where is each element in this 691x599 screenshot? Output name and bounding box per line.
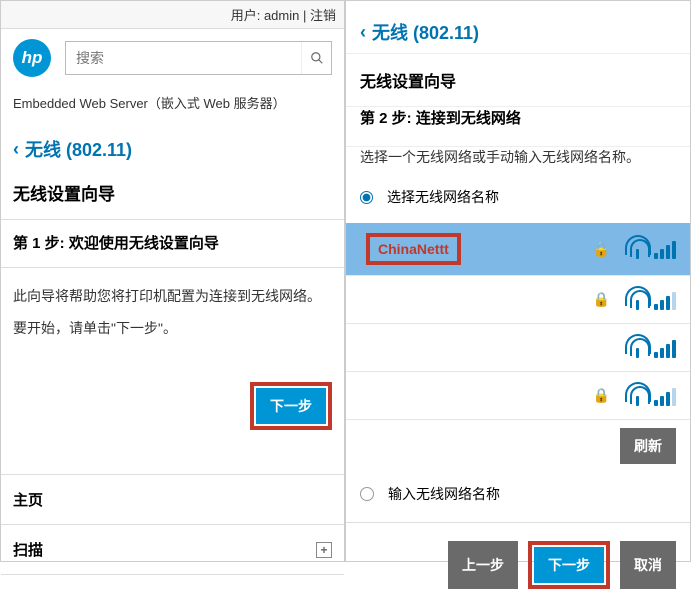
- hint-text: 选择一个无线网络或手动输入无线网络名称。: [346, 147, 690, 185]
- network-row[interactable]: [346, 324, 690, 372]
- next-button[interactable]: 下一步: [534, 547, 604, 583]
- divider: [1, 267, 344, 268]
- network-row[interactable]: 🔒: [346, 276, 690, 324]
- breadcrumb-label: 无线 (802.11): [372, 19, 479, 45]
- highlight-box: 下一步: [528, 541, 610, 589]
- breadcrumb-label: 无线 (802.11): [25, 136, 132, 162]
- server-subtitle: Embedded Web Server（嵌入式 Web 服务器）: [1, 87, 344, 130]
- wifi-signal-icon: [628, 386, 676, 406]
- menu-label: 主页: [13, 489, 43, 510]
- wifi-signal-icon: [628, 290, 676, 310]
- network-row[interactable]: ChinaNettt 🔒: [346, 223, 690, 276]
- network-name: ChinaNettt: [366, 233, 593, 265]
- lock-icon: 🔒: [593, 291, 610, 308]
- radio-manual-network[interactable]: [360, 487, 374, 501]
- chevron-left-icon: ‹: [360, 22, 366, 43]
- option-label: 输入无线网络名称: [388, 484, 500, 504]
- right-panel: ‹ 无线 (802.11) 无线设置向导 第 2 步: 连接到无线网络 选择一个…: [345, 0, 691, 562]
- next-wrap: 下一步: [1, 344, 344, 446]
- chevron-left-icon: ‹: [13, 139, 19, 160]
- step-label: 第 1 步: 欢迎使用无线设置向导: [1, 232, 344, 267]
- intro-line-1: 此向导将帮助您将打印机配置为连接到无线网络。: [1, 280, 344, 312]
- logout-link[interactable]: 注销: [310, 8, 336, 23]
- wifi-signal-icon: [628, 239, 676, 259]
- breadcrumb[interactable]: ‹ 无线 (802.11): [346, 1, 690, 53]
- search-icon: [310, 51, 324, 65]
- search-input[interactable]: [66, 42, 301, 74]
- cancel-button[interactable]: 取消: [620, 541, 676, 589]
- search-box: [65, 41, 332, 75]
- network-row[interactable]: 🔒: [346, 372, 690, 420]
- menu-item-scan[interactable]: 扫描 +: [1, 524, 344, 575]
- option-select-network[interactable]: 选择无线网络名称: [346, 185, 690, 223]
- user-label: 用户: admin: [231, 8, 300, 23]
- refresh-wrap: 刷新: [346, 420, 690, 470]
- header-row: hp: [1, 29, 344, 87]
- divider: [1, 219, 344, 220]
- page-title: 无线设置向导: [346, 54, 690, 106]
- lock-icon: 🔒: [593, 241, 610, 258]
- search-button[interactable]: [301, 42, 331, 74]
- hp-logo-icon: hp: [13, 39, 51, 77]
- highlight-box: 下一步: [250, 382, 332, 430]
- network-list: ChinaNettt 🔒 🔒 🔒: [346, 223, 690, 420]
- refresh-button[interactable]: 刷新: [620, 428, 676, 464]
- lock-icon: 🔒: [593, 387, 610, 404]
- breadcrumb[interactable]: ‹ 无线 (802.11): [1, 130, 344, 176]
- top-bar: 用户: admin | 注销: [1, 1, 344, 29]
- menu-label: 扫描: [13, 539, 43, 560]
- wifi-signal-icon: [628, 338, 676, 358]
- footer-buttons: 上一步 下一步 取消: [346, 522, 690, 599]
- next-button[interactable]: 下一步: [256, 388, 326, 424]
- menu-item-home[interactable]: 主页: [1, 474, 344, 524]
- option-manual-network[interactable]: 输入无线网络名称: [346, 470, 690, 522]
- intro-line-2: 要开始，请单击"下一步"。: [1, 312, 344, 344]
- page-title: 无线设置向导: [1, 176, 344, 219]
- prev-button[interactable]: 上一步: [448, 541, 518, 589]
- left-panel: 用户: admin | 注销 hp Embedded Web Server（嵌入…: [0, 0, 345, 562]
- expand-icon: +: [316, 542, 332, 558]
- step-label: 第 2 步: 连接到无线网络: [346, 107, 690, 146]
- highlight-box: ChinaNettt: [366, 233, 461, 265]
- radio-select-network[interactable]: [360, 191, 373, 204]
- option-label: 选择无线网络名称: [387, 187, 499, 207]
